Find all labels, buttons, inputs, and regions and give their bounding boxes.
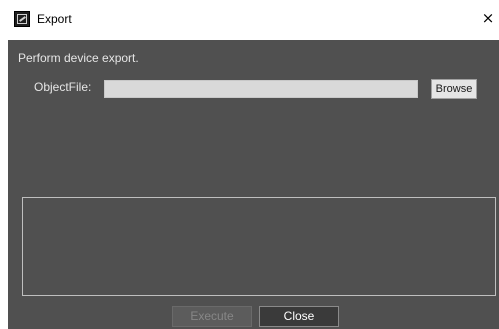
- object-file-input[interactable]: [104, 80, 418, 98]
- object-file-label: ObjectFile:: [34, 80, 92, 94]
- description-text: Perform device export.: [18, 51, 139, 65]
- output-log-area[interactable]: [22, 197, 496, 296]
- title-bar: Export ×: [0, 0, 499, 40]
- dialog-body: Perform device export. ObjectFile: Brows…: [8, 40, 499, 329]
- close-icon[interactable]: ×: [479, 9, 497, 27]
- execute-button[interactable]: Execute: [172, 306, 252, 327]
- browse-button[interactable]: Browse: [431, 79, 477, 99]
- window-title: Export: [37, 12, 72, 26]
- close-button[interactable]: Close: [259, 306, 339, 327]
- export-app-icon: [14, 11, 30, 27]
